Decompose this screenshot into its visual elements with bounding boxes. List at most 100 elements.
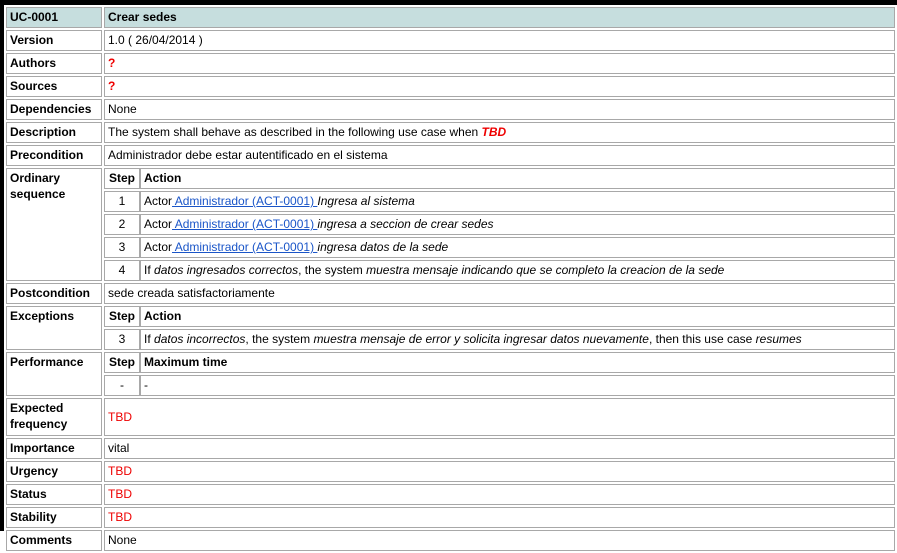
step-column-header: Step	[104, 352, 140, 373]
description-label: Description	[6, 122, 102, 143]
sequence-step-row: 3 Actor Administrador (ACT-0001) ingresa…	[104, 237, 895, 258]
step-number: 4	[104, 260, 140, 281]
precondition-row: Precondition Administrador debe estar au…	[6, 145, 895, 166]
dependencies-label: Dependencies	[6, 99, 102, 120]
header-row: UC-0001 Crear sedes	[6, 7, 895, 28]
performance-row: Performance Step Maximum time - -	[6, 352, 895, 396]
max-time-value: -	[140, 375, 895, 396]
ordinary-header-row: Step Action	[104, 168, 895, 189]
stability-row: Stability TBD	[6, 507, 895, 528]
description-text: The system shall behave as described in …	[108, 125, 482, 139]
actor-link-administrador[interactable]: Administrador (ACT-0001)	[172, 240, 317, 254]
postcondition-row: Postcondition sede creada satisfactoriam…	[6, 283, 895, 304]
ordinary-sequence-table: Step Action 1 Actor Administrador (ACT-0…	[104, 166, 895, 283]
dependencies-value: None	[104, 99, 895, 120]
actor-prefix: Actor	[144, 240, 173, 254]
description-value: The system shall behave as described in …	[104, 122, 895, 143]
resumes-text: resumes	[755, 332, 802, 346]
sequence-step-row: 1 Actor Administrador (ACT-0001) Ingresa…	[104, 191, 895, 212]
action-text: ingresa datos de la sede	[317, 240, 449, 254]
importance-value: vital	[104, 438, 895, 459]
step-column-header: Step	[104, 168, 140, 189]
condition-text: datos ingresados correctos	[154, 263, 299, 277]
step-action: If datos incorrectos, the system muestra…	[140, 329, 895, 350]
exceptions-header-row: Step Action	[104, 306, 895, 327]
if-text: If	[144, 263, 155, 277]
exceptions-table: Step Action 3 If datos incorrectos, the …	[104, 304, 895, 352]
step-action: Actor Administrador (ACT-0001) Ingresa a…	[140, 191, 895, 212]
performance-label: Performance	[6, 352, 102, 396]
authors-label: Authors	[6, 53, 102, 74]
expected-frequency-row: Expected frequency TBD	[6, 398, 895, 436]
expected-frequency-value: TBD	[104, 398, 895, 436]
urgency-label: Urgency	[6, 461, 102, 482]
condition-text: datos incorrectos	[154, 332, 246, 346]
sequence-step-row: 2 Actor Administrador (ACT-0001) ingresa…	[104, 214, 895, 235]
step-number: -	[104, 375, 140, 396]
postcondition-label: Postcondition	[6, 283, 102, 304]
system-text: , the system	[298, 263, 367, 277]
performance-table: Step Maximum time - -	[104, 350, 895, 398]
status-value: TBD	[104, 484, 895, 505]
urgency-value: TBD	[104, 461, 895, 482]
performance-header-row: Step Maximum time	[104, 352, 895, 373]
step-action: Actor Administrador (ACT-0001) ingresa a…	[140, 214, 895, 235]
ordinary-sequence-label: Ordinary sequence	[6, 168, 102, 281]
urgency-row: Urgency TBD	[6, 461, 895, 482]
ordinary-sequence-row: Ordinary sequence Step Action 1 Actor Ad…	[6, 168, 895, 281]
stability-label: Stability	[6, 507, 102, 528]
step-action: Actor Administrador (ACT-0001) ingresa d…	[140, 237, 895, 258]
version-row: Version 1.0 ( 26/04/2014 )	[6, 30, 895, 51]
precondition-label: Precondition	[6, 145, 102, 166]
actor-prefix: Actor	[144, 194, 173, 208]
exceptions-row: Exceptions Step Action 3 If datos incorr…	[6, 306, 895, 350]
use-case-id: UC-0001	[6, 7, 102, 28]
sources-row: Sources ?	[6, 76, 895, 97]
sources-value: ?	[104, 76, 895, 97]
action-text: muestra mensaje de error y solicita ingr…	[313, 332, 649, 346]
sources-label: Sources	[6, 76, 102, 97]
use-case-table: UC-0001 Crear sedes Version 1.0 ( 26/04/…	[4, 5, 897, 553]
comments-row: Comments None	[6, 530, 895, 551]
if-text: If	[144, 332, 155, 346]
step-number: 3	[104, 329, 140, 350]
max-time-column-header: Maximum time	[140, 352, 895, 373]
status-label: Status	[6, 484, 102, 505]
dependencies-row: Dependencies None	[6, 99, 895, 120]
authors-row: Authors ?	[6, 53, 895, 74]
authors-value: ?	[104, 53, 895, 74]
description-tbd: TBD	[481, 125, 507, 139]
importance-row: Importance vital	[6, 438, 895, 459]
then-text: , then this use case	[648, 332, 756, 346]
importance-label: Importance	[6, 438, 102, 459]
version-value: 1.0 ( 26/04/2014 )	[104, 30, 895, 51]
system-text: , the system	[245, 332, 314, 346]
expected-frequency-label: Expected frequency	[6, 398, 102, 436]
performance-step-row: - -	[104, 375, 895, 396]
action-text: muestra mensaje indicando que se complet…	[366, 263, 725, 277]
status-row: Status TBD	[6, 484, 895, 505]
step-number: 1	[104, 191, 140, 212]
actor-link-administrador[interactable]: Administrador (ACT-0001)	[172, 217, 317, 231]
step-action: If datos ingresados correctos, the syste…	[140, 260, 895, 281]
exception-step-row: 3 If datos incorrectos, the system muest…	[104, 329, 895, 350]
actor-link-administrador[interactable]: Administrador (ACT-0001)	[172, 194, 317, 208]
action-text: ingresa a seccion de crear sedes	[317, 217, 494, 231]
use-case-title: Crear sedes	[104, 7, 895, 28]
action-column-header: Action	[140, 168, 895, 189]
version-label: Version	[6, 30, 102, 51]
step-number: 3	[104, 237, 140, 258]
actor-prefix: Actor	[144, 217, 173, 231]
comments-value: None	[104, 530, 895, 551]
step-number: 2	[104, 214, 140, 235]
stability-value: TBD	[104, 507, 895, 528]
action-column-header: Action	[140, 306, 895, 327]
exceptions-label: Exceptions	[6, 306, 102, 350]
action-text: Ingresa al sistema	[317, 194, 415, 208]
comments-label: Comments	[6, 530, 102, 551]
step-column-header: Step	[104, 306, 140, 327]
precondition-value: Administrador debe estar autentificado e…	[104, 145, 895, 166]
sequence-step-row: 4 If datos ingresados correctos, the sys…	[104, 260, 895, 281]
description-row: Description The system shall behave as d…	[6, 122, 895, 143]
postcondition-value: sede creada satisfactoriamente	[104, 283, 895, 304]
